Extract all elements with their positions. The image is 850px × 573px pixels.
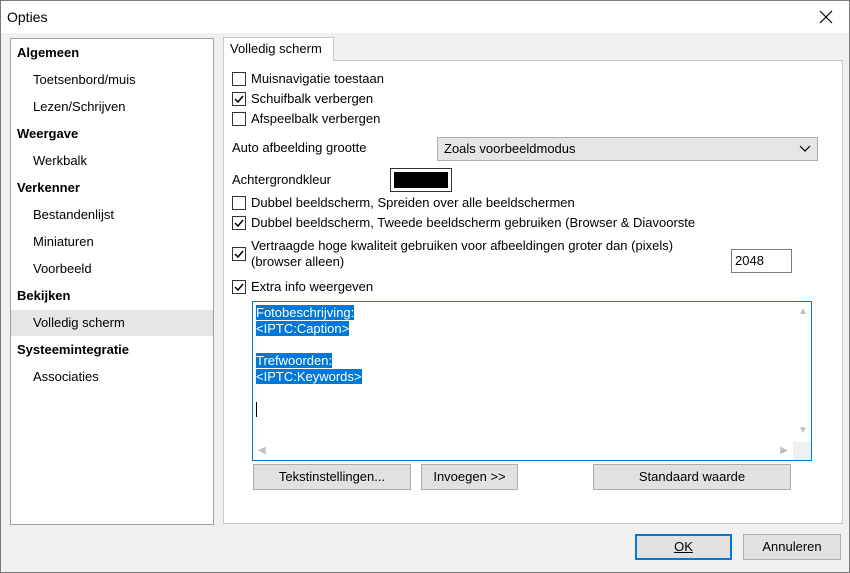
checkmark-icon [234, 219, 244, 227]
sidebar-item-algemeen[interactable]: Algemeen [11, 40, 213, 66]
text-settings-button[interactable]: Tekstinstellingen... [253, 464, 411, 490]
mouse-nav-option[interactable]: Muisnavigatie toestaan [232, 71, 384, 86]
hide-playbar-option[interactable]: Afspeelbalk verbergen [232, 111, 380, 126]
delayed-hq-label-line2: (browser alleen) [251, 254, 345, 269]
category-tree: Algemeen Toetsenbord/muis Lezen/Schrijve… [10, 38, 214, 525]
sidebar-item-bekijken[interactable]: Bekijken [11, 283, 213, 309]
chevron-down-icon [799, 145, 811, 152]
sidebar-item-systeemintegratie[interactable]: Systeemintegratie [11, 337, 213, 363]
hide-playbar-checkbox[interactable] [232, 111, 246, 126]
sidebar-item-weergave[interactable]: Weergave [11, 121, 213, 147]
delayed-hq-label: Vertraagde hoge kwaliteit gebruiken voor… [251, 238, 673, 270]
ok-button[interactable]: OK [635, 534, 732, 560]
mouse-nav-label: Muisnavigatie toestaan [251, 71, 384, 86]
checkmark-icon [234, 250, 244, 259]
dual-spread-label: Dubbel beeldscherm, Spreiden over alle b… [251, 195, 575, 210]
sidebar-item-verkenner[interactable]: Verkenner [11, 175, 213, 201]
background-color-swatch[interactable] [390, 168, 452, 192]
close-icon [819, 10, 833, 24]
horizontal-scrollbar[interactable]: ◀ ▶ [253, 442, 793, 460]
text-line-content: <IPTC:Keywords> [256, 369, 362, 384]
sidebar-item-miniaturen[interactable]: Miniaturen [11, 229, 213, 255]
hide-scrollbar-checkbox[interactable] [232, 91, 246, 106]
auto-size-select[interactable]: Zoals voorbeeldmodus [437, 137, 818, 161]
sidebar-item-toetsenbord-muis[interactable]: Toetsenbord/muis [11, 67, 213, 93]
text-line-content: Trefwoorden: [256, 353, 333, 368]
scroll-corner [793, 442, 811, 460]
text-line [256, 337, 788, 353]
close-button[interactable] [811, 3, 841, 31]
dual-spread-checkbox[interactable] [232, 195, 246, 210]
dual-second-label: Dubbel beeldscherm, Tweede beeldscherm g… [251, 215, 696, 230]
text-line [256, 401, 788, 418]
ok-button-label: OK [674, 539, 693, 554]
dual-spread-option[interactable]: Dubbel beeldscherm, Spreiden over alle b… [232, 195, 575, 210]
extra-info-checkbox[interactable] [232, 279, 246, 294]
extra-info-label: Extra info weergeven [251, 279, 374, 294]
scroll-right-icon[interactable]: ▶ [780, 445, 788, 456]
default-value-button[interactable]: Standaard waarde [593, 464, 791, 490]
sidebar-item-volledig-scherm[interactable]: Volledig scherm [11, 310, 213, 336]
text-line: Fotobeschrijving: [256, 305, 788, 321]
tab-volledig-scherm[interactable]: Volledig scherm [223, 37, 334, 61]
sidebar-item-voorbeeld[interactable]: Voorbeeld [11, 256, 213, 282]
vertical-scrollbar[interactable]: ▲ ▼ [793, 302, 811, 442]
background-color-label: Achtergrondkleur [232, 172, 331, 187]
text-line: <IPTC:Caption> [256, 321, 788, 337]
hide-playbar-label: Afspeelbalk verbergen [251, 111, 381, 126]
extra-info-option[interactable]: Extra info weergeven [232, 279, 373, 294]
checkmark-icon [234, 283, 244, 291]
sidebar-item-associaties[interactable]: Associaties [11, 364, 213, 390]
background-color-fill [394, 172, 448, 188]
dual-second-checkbox[interactable] [232, 215, 246, 230]
hide-scrollbar-option[interactable]: Schuifbalk verbergen [232, 91, 373, 106]
text-line: Trefwoorden: [256, 353, 788, 369]
sidebar-item-bestandenlijst[interactable]: Bestandenlijst [11, 202, 213, 228]
delayed-hq-checkbox[interactable] [232, 247, 246, 261]
title-bar: Opties [1, 1, 849, 33]
delayed-hq-option[interactable]: Vertraagde hoge kwaliteit gebruiken voor… [232, 238, 673, 270]
scroll-left-icon[interactable]: ◀ [258, 445, 266, 456]
text-caret [256, 402, 257, 418]
hide-scrollbar-label: Schuifbalk verbergen [251, 91, 374, 106]
info-template-content: Fotobeschrijving: <IPTC:Caption> Trefwoo… [256, 305, 788, 440]
scroll-up-icon[interactable]: ▲ [798, 306, 808, 317]
sidebar-item-werkbalk[interactable]: Werkbalk [11, 148, 213, 174]
dual-second-option[interactable]: Dubbel beeldscherm, Tweede beeldscherm g… [232, 215, 712, 230]
pixel-threshold-input[interactable]: 2048 [731, 249, 792, 273]
delayed-hq-label-line1: Vertraagde hoge kwaliteit gebruiken voor… [251, 238, 674, 253]
auto-size-label: Auto afbeelding grootte [232, 140, 367, 155]
checkmark-icon [234, 95, 244, 103]
auto-size-value: Zoals voorbeeldmodus [444, 141, 576, 156]
insert-button[interactable]: Invoegen >> [421, 464, 518, 490]
window-title: Opties [7, 9, 48, 25]
options-dialog: Opties Algemeen Toetsenbord/muis Lezen/S… [0, 0, 850, 573]
scroll-down-icon[interactable]: ▼ [798, 425, 808, 436]
sidebar-item-lezen-schrijven[interactable]: Lezen/Schrijven [11, 94, 213, 120]
info-template-textarea[interactable]: Fotobeschrijving: <IPTC:Caption> Trefwoo… [252, 301, 812, 461]
text-line: <IPTC:Keywords> [256, 369, 788, 385]
text-line-content: <IPTC:Caption> [256, 321, 350, 336]
text-line-content: Fotobeschrijving: [256, 305, 355, 320]
cancel-button[interactable]: Annuleren [743, 534, 841, 560]
mouse-nav-checkbox[interactable] [232, 71, 246, 86]
